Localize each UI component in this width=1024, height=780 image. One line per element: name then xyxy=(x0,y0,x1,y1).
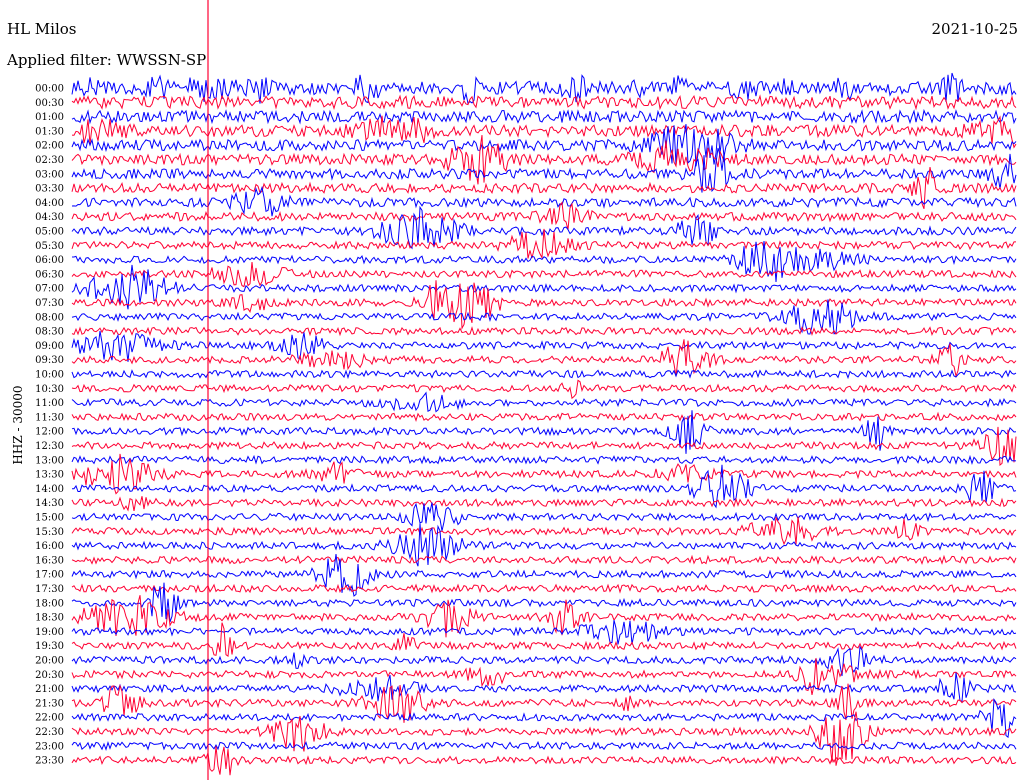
trace-0300 xyxy=(71,147,1017,193)
station-title: HL Milos xyxy=(7,20,77,38)
trace-2200 xyxy=(71,698,1017,739)
trace-0900 xyxy=(71,330,1017,362)
time-tick-1600: 16:00 xyxy=(35,541,64,552)
time-tick-1400: 14:00 xyxy=(35,484,64,495)
time-tick-2000: 20:00 xyxy=(35,656,64,667)
time-tick-1130: 11:30 xyxy=(35,412,64,423)
time-tick-0900: 09:00 xyxy=(35,341,64,352)
time-tick-1000: 10:00 xyxy=(35,370,64,381)
trace-1300 xyxy=(71,454,1017,465)
time-tick-2100: 21:00 xyxy=(35,684,64,695)
trace-0630 xyxy=(71,261,1017,288)
time-tick-2230: 22:30 xyxy=(35,727,64,738)
time-tick-1330: 13:30 xyxy=(35,470,64,481)
trace-2300 xyxy=(71,740,1017,751)
time-tick-1700: 17:00 xyxy=(35,570,64,581)
time-tick-1100: 11:00 xyxy=(35,398,64,409)
trace-1700 xyxy=(71,553,1017,597)
trace-1100 xyxy=(71,391,1017,413)
time-tick-2330: 23:30 xyxy=(35,756,64,767)
time-tick-1530: 15:30 xyxy=(35,527,64,538)
trace-1130 xyxy=(71,411,1017,422)
time-tick-0730: 07:30 xyxy=(35,298,64,309)
trace-1900 xyxy=(71,619,1017,645)
trace-0500 xyxy=(71,205,1017,250)
time-tick-2130: 21:30 xyxy=(35,698,64,709)
time-tick-2030: 20:30 xyxy=(35,670,64,681)
time-tick-0430: 04:30 xyxy=(35,212,64,223)
time-tick-1300: 13:00 xyxy=(35,455,64,466)
time-tick-0700: 07:00 xyxy=(35,284,64,295)
trace-0030 xyxy=(71,94,1017,111)
trace-2000 xyxy=(71,645,1017,677)
trace-0730 xyxy=(71,280,1017,331)
time-tick-0200: 02:00 xyxy=(35,141,64,152)
trace-0230 xyxy=(71,135,1017,185)
time-tick-1230: 12:30 xyxy=(35,441,64,452)
trace-1600 xyxy=(71,523,1017,567)
time-tick-0630: 06:30 xyxy=(35,269,64,280)
date-label: 2021-10-25 xyxy=(931,20,1018,38)
time-tick-0500: 05:00 xyxy=(35,227,64,238)
trace-1430 xyxy=(71,496,1017,512)
time-tick-0400: 04:00 xyxy=(35,198,64,209)
time-tick-0330: 03:30 xyxy=(35,184,64,195)
time-tick-1630: 16:30 xyxy=(35,555,64,566)
channel-axis-label: HHZ - 30000 xyxy=(11,385,25,465)
trace-1000 xyxy=(71,369,1017,380)
time-tick-2300: 23:00 xyxy=(35,741,64,752)
trace-1630 xyxy=(71,554,1017,566)
trace-0830 xyxy=(71,326,1017,337)
time-tick-0000: 00:00 xyxy=(35,84,64,95)
trace-2330 xyxy=(71,746,1017,776)
time-tick-1930: 19:30 xyxy=(35,641,64,652)
time-tick-0230: 02:30 xyxy=(35,155,64,166)
trace-1530 xyxy=(71,515,1017,546)
time-tick-0300: 03:00 xyxy=(35,169,64,180)
seismic-traces xyxy=(71,0,1017,780)
helicorder-plot: 00:00 00:30 01:00 01:30 02:00 02:30 03:00 03:30… xyxy=(35,0,1017,780)
time-tick-0930: 09:30 xyxy=(35,355,64,366)
time-tick-0530: 05:30 xyxy=(35,241,64,252)
time-tick-0600: 06:00 xyxy=(35,255,64,266)
time-tick-1830: 18:30 xyxy=(35,613,64,624)
filter-label: Applied filter: WWSSN-SP xyxy=(7,51,207,69)
time-tick-1900: 19:00 xyxy=(35,627,64,638)
trace-0400 xyxy=(71,185,1017,217)
trace-0430 xyxy=(71,201,1017,230)
time-tick-1500: 15:00 xyxy=(35,513,64,524)
time-tick-0830: 08:30 xyxy=(35,327,64,338)
trace-1730 xyxy=(71,583,1017,594)
time-tick-labels: 00:00 00:30 01:00 01:30 02:00 02:30 03:00 03:30… xyxy=(35,84,64,767)
trace-0100 xyxy=(71,108,1017,125)
time-tick-1030: 10:30 xyxy=(35,384,64,395)
time-tick-1200: 12:00 xyxy=(35,427,64,438)
trace-0130 xyxy=(71,115,1017,149)
time-tick-0030: 00:30 xyxy=(35,98,64,109)
trace-1930 xyxy=(71,622,1017,657)
time-tick-1800: 18:00 xyxy=(35,598,64,609)
time-tick-0800: 08:00 xyxy=(35,312,64,323)
trace-1500 xyxy=(71,502,1017,532)
time-tick-1430: 14:30 xyxy=(35,498,64,509)
time-tick-0130: 01:30 xyxy=(35,126,64,137)
time-tick-0100: 01:00 xyxy=(35,112,64,123)
trace-1030 xyxy=(71,379,1017,400)
time-tick-2200: 22:00 xyxy=(35,713,64,724)
time-tick-1730: 17:30 xyxy=(35,584,64,595)
